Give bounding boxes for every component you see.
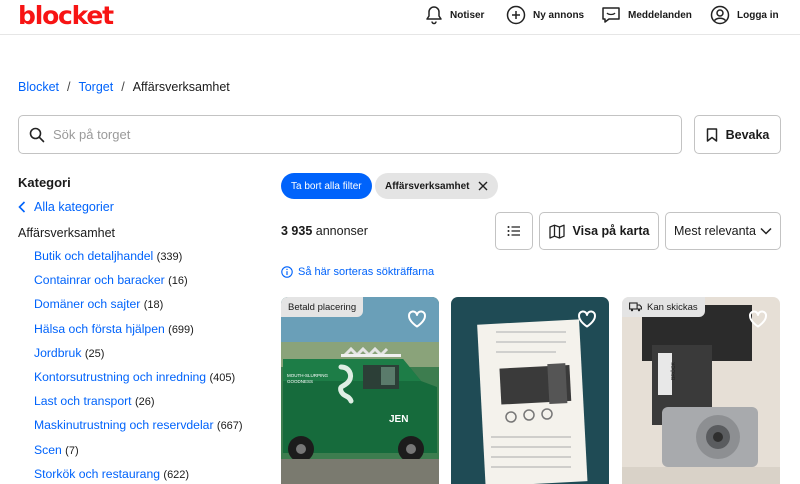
bookmark-icon — [706, 127, 717, 142]
nav-meddelanden-label: Meddelanden — [628, 9, 692, 21]
active-filter-chip[interactable]: Affärsverksamhet — [375, 173, 498, 199]
paid-placement-badge: Betald placering — [281, 297, 364, 317]
nav-ny-annons-label: Ny annons — [533, 9, 585, 21]
plus-circle-icon — [506, 5, 526, 25]
subcategory-link[interactable]: Maskinutrustning och reservdelar — [34, 418, 214, 432]
breadcrumb-torget[interactable]: Torget — [78, 80, 113, 94]
subcategory-count: (667) — [216, 420, 243, 433]
current-category: Affärsverksamhet — [18, 226, 116, 240]
list-item: Storkök och restaurang (622) — [34, 467, 243, 484]
result-count-number: 3 935 — [281, 224, 313, 238]
search-bar — [18, 115, 682, 154]
sort-select[interactable]: Mest relevanta — [665, 212, 781, 250]
nav-logga-in[interactable]: Logga in — [710, 4, 779, 26]
list-view-button[interactable] — [495, 212, 533, 250]
subcategory-list: Butik och detaljhandel (339) Containrar … — [34, 249, 243, 484]
info-icon — [281, 266, 293, 278]
all-categories-link[interactable]: Alla kategorier — [18, 200, 114, 214]
subcategory-count: (699) — [168, 323, 194, 336]
favorite-heart-icon[interactable] — [748, 310, 768, 328]
clear-filters-button[interactable]: Ta bort alla filter — [281, 173, 372, 199]
user-icon — [710, 5, 730, 25]
active-filter-label: Affärsverksamhet — [385, 180, 470, 192]
listing-card[interactable]: BRÖCK Kan skickas — [622, 297, 780, 484]
breadcrumb-blocket[interactable]: Blocket — [18, 80, 59, 94]
breadcrumb: Blocket / Torget / Affärsverksamhet — [18, 80, 230, 94]
nav-ny-annons[interactable]: Ny annons — [506, 4, 584, 26]
svg-text:BRÖCK: BRÖCK — [670, 362, 677, 380]
sort-info-label: Så här sorteras sökträffarna — [298, 266, 435, 278]
list-item: Containrar och baracker (16) — [34, 273, 243, 297]
all-categories-label: Alla kategorier — [34, 200, 114, 214]
map-icon — [548, 224, 565, 239]
shipping-badge: Kan skickas — [622, 297, 705, 317]
truck-icon — [629, 302, 642, 312]
subcategory-count: (18) — [143, 299, 164, 312]
subcategory-count: (339) — [156, 251, 183, 263]
nav-meddelanden[interactable]: Meddelanden — [601, 4, 692, 26]
top-header: blocket Notiser Ny annons Meddelanden Lo… — [0, 0, 800, 35]
chevron-down-icon — [760, 227, 772, 235]
svg-text:JEN: JEN — [389, 414, 408, 425]
list-item: Domäner och sajter (18) — [34, 297, 243, 321]
subcategory-link[interactable]: Butik och detaljhandel — [34, 249, 153, 263]
subcategory-link[interactable]: Jordbruk — [34, 346, 81, 360]
search-icon — [29, 127, 45, 142]
breadcrumb-separator: / — [121, 80, 125, 94]
result-count-suffix: annonser — [315, 224, 368, 238]
subcategory-count: (7) — [65, 444, 79, 457]
subcategory-link[interactable]: Scen — [34, 443, 62, 457]
category-heading: Kategori — [18, 175, 71, 190]
list-icon — [507, 226, 520, 236]
list-item: Scen (7) — [34, 443, 243, 467]
save-search-label: Bevaka — [725, 127, 770, 142]
breadcrumb-separator: / — [67, 80, 71, 94]
blocket-logo[interactable]: blocket — [18, 1, 114, 30]
subcategory-link[interactable]: Domäner och sajter — [34, 297, 140, 311]
nav-logga-in-label: Logga in — [737, 9, 779, 21]
list-item: Jordbruk (25) — [34, 346, 243, 370]
list-item: Hälsa och första hjälpen (699) — [34, 322, 243, 346]
message-icon — [602, 7, 620, 23]
breadcrumb-current: Affärsverksamhet — [132, 80, 230, 94]
list-item: Kontorsutrustning och inredning (405) — [34, 370, 243, 394]
subcategory-link[interactable]: Containrar och baracker — [34, 273, 165, 287]
subcategory-count: (26) — [134, 396, 155, 409]
subcategory-link[interactable]: Hälsa och första hjälpen — [34, 322, 165, 336]
chevron-left-icon — [18, 201, 26, 213]
subcategory-count: (405) — [209, 371, 236, 384]
list-item: Maskinutrustning och reservdelar (667) — [34, 418, 243, 442]
subcategory-count: (622) — [163, 468, 190, 481]
favorite-heart-icon[interactable] — [407, 310, 427, 328]
sort-info-link[interactable]: Så här sorteras sökträffarna — [281, 266, 434, 278]
favorite-heart-icon[interactable] — [577, 310, 597, 328]
list-item: Butik och detaljhandel (339) — [34, 249, 243, 273]
search-input[interactable] — [53, 127, 653, 142]
show-map-button[interactable]: Visa på karta — [539, 212, 659, 250]
subcategory-link[interactable]: Kontorsutrustning och inredning — [34, 370, 206, 384]
listing-card[interactable]: MOUTH-SLURPING GOODNESS JEN Betald place… — [281, 297, 439, 484]
shipping-badge-label: Kan skickas — [647, 301, 698, 313]
subcategory-count: (16) — [168, 275, 188, 288]
show-map-label: Visa på karta — [572, 224, 650, 238]
subcategory-link[interactable]: Storkök och restaurang — [34, 467, 160, 481]
nav-notiser[interactable]: Notiser — [425, 4, 484, 26]
subcategory-count: (25) — [84, 347, 105, 360]
svg-text:GOODNESS: GOODNESS — [287, 379, 313, 384]
svg-text:MOUTH-SLURPING: MOUTH-SLURPING — [287, 373, 329, 378]
subcategory-link[interactable]: Last och transport — [34, 394, 132, 408]
bell-icon — [426, 6, 442, 25]
result-count: 3 935 annonser — [281, 224, 368, 238]
sort-value: Mest relevanta — [674, 224, 756, 238]
list-item: Last och transport (26) — [34, 394, 243, 418]
listing-card[interactable] — [451, 297, 609, 484]
close-icon[interactable] — [478, 181, 488, 191]
nav-notiser-label: Notiser — [450, 9, 485, 21]
save-search-button[interactable]: Bevaka — [694, 115, 781, 154]
